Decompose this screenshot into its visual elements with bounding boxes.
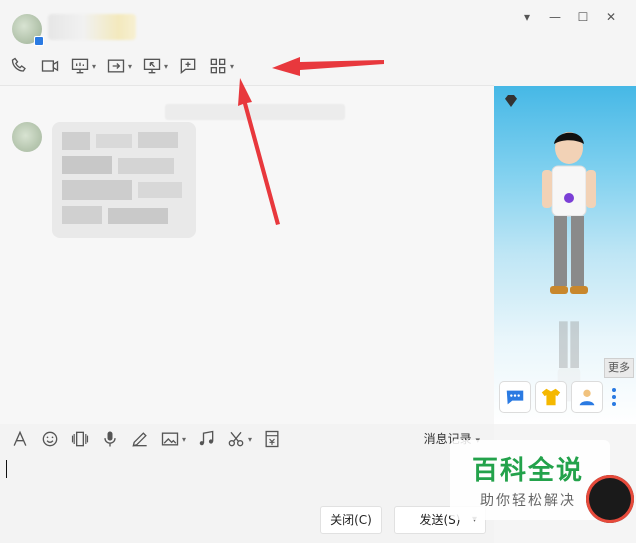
shirt-icon: [541, 388, 561, 406]
emoji-button[interactable]: [40, 429, 60, 449]
chevron-down-icon[interactable]: ▾: [230, 62, 234, 71]
font-button[interactable]: [10, 429, 30, 449]
apps-button[interactable]: ▾: [206, 53, 236, 79]
message-bubble-blurred[interactable]: [52, 122, 196, 238]
whiteboard-button[interactable]: [176, 53, 200, 79]
sidebar-actions: [500, 382, 620, 412]
screen-share-button[interactable]: ▾: [68, 53, 98, 79]
message-timestamp-blurred: [165, 104, 345, 120]
red-packet-button[interactable]: [262, 429, 282, 449]
avatar-show-panel: 更多: [494, 86, 636, 424]
contact-name-blurred: [48, 14, 136, 40]
window-controls: ▾ — ☐ ✕: [520, 10, 618, 24]
music-button[interactable]: [196, 429, 216, 449]
screenshot-icon: [228, 431, 244, 447]
corner-badge-icon: [586, 475, 634, 523]
image-button[interactable]: ▾: [160, 429, 186, 449]
phone-icon: [11, 57, 26, 72]
font-icon: [13, 430, 27, 446]
annotation-arrow-horizontal: [272, 57, 384, 76]
red-packet-icon: [265, 430, 279, 448]
close-button[interactable]: 关闭(C): [320, 506, 382, 534]
voice-call-button[interactable]: [8, 53, 32, 79]
minimize-button[interactable]: —: [548, 10, 562, 24]
shake-button[interactable]: [70, 429, 90, 449]
transfer-file-icon: [107, 59, 125, 73]
text-cursor: [6, 460, 7, 478]
shake-icon: [71, 431, 89, 447]
screenshot-button[interactable]: ▾: [226, 429, 252, 449]
screen-share-icon: [71, 58, 89, 74]
outfit-button[interactable]: [536, 382, 566, 412]
voice-message-button[interactable]: [100, 429, 120, 449]
message-area[interactable]: [0, 86, 494, 424]
chevron-down-icon[interactable]: ▾: [128, 62, 132, 71]
image-icon: [161, 432, 179, 446]
footer: 关闭(C) 发送(S) ▾: [0, 502, 494, 543]
watermark: 百科全说 助你轻松解决: [450, 440, 610, 520]
maximize-button[interactable]: ☐: [576, 10, 590, 24]
diamond-icon[interactable]: [502, 92, 520, 110]
pen-icon: [132, 432, 147, 447]
whiteboard-icon: [180, 58, 196, 75]
music-icon: [199, 430, 214, 446]
remote-desktop-button[interactable]: ▾: [140, 53, 170, 79]
more-button[interactable]: 更多: [604, 358, 634, 378]
watermark-subtitle: 助你轻松解决: [480, 493, 576, 509]
input-toolbar: ▾ ▾ 消息记录 ▾: [0, 424, 494, 454]
video-call-icon: [41, 60, 59, 72]
chevron-down-icon[interactable]: ▾: [164, 62, 168, 71]
voice-icon: [104, 431, 116, 447]
chevron-down-icon[interactable]: ▾: [92, 62, 96, 71]
watermark-title: 百科全说: [472, 456, 585, 486]
emoji-icon: [42, 431, 58, 447]
doodle-button[interactable]: [130, 429, 150, 449]
online-status-icon: [34, 36, 44, 46]
send-file-button[interactable]: ▾: [104, 53, 134, 79]
chevron-down-icon[interactable]: ▾: [248, 435, 252, 444]
sender-avatar[interactable]: [12, 122, 42, 152]
chat-toolbar: ▾ ▾ ▾ ▾: [8, 52, 236, 80]
title-bar: ▾ — ☐ ✕: [0, 0, 636, 48]
dropdown-menu-button[interactable]: ▾: [520, 10, 534, 24]
character-figure: [542, 132, 596, 294]
message-input[interactable]: [0, 454, 494, 502]
chat-window: ▾ — ☐ ✕ ▾ ▾ ▾ ▾ 更多 ▾ ▾ 消息记录 关闭(C) 发送(S) …: [0, 0, 636, 543]
more-options-icon[interactable]: [608, 382, 620, 412]
close-window-button[interactable]: ✕: [604, 10, 618, 24]
person-icon: [579, 389, 595, 406]
profile-button[interactable]: [572, 382, 602, 412]
remote-desktop-icon: [143, 58, 161, 74]
chat-bubble-icon: [506, 390, 524, 405]
chevron-down-icon[interactable]: ▾: [182, 435, 186, 444]
chat-bubble-button[interactable]: [500, 382, 530, 412]
apps-grid-icon: [210, 58, 226, 74]
video-call-button[interactable]: [38, 53, 62, 79]
